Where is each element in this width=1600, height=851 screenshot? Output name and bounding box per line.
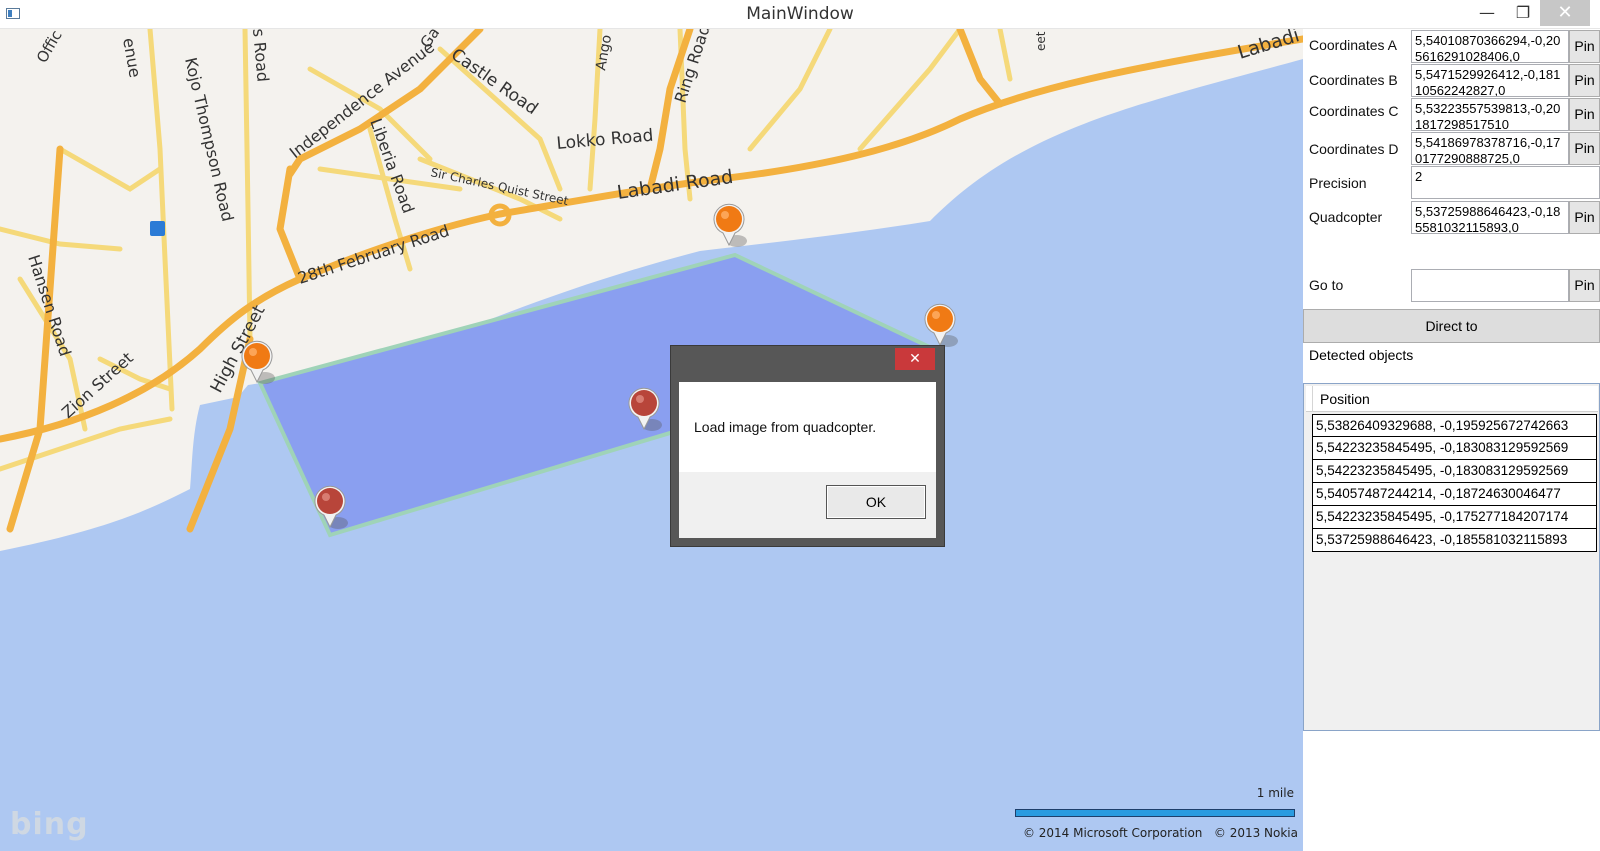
goto-field[interactable] <box>1411 269 1569 302</box>
pin-c-button[interactable]: Pin <box>1569 98 1600 131</box>
coordinates-a-field[interactable]: 5,54010870366294,-0,205616291028406,0 <box>1411 30 1569 63</box>
coordinates-b-field[interactable]: 5,5471529926412,-0,18110562242827,0 <box>1411 64 1569 97</box>
title-bar: MainWindow — ❐ ✕ <box>0 0 1600 29</box>
copyright-nokia: © 2013 Nokia <box>1213 826 1298 840</box>
table-row[interactable]: 5,54223235845495, -0,183083129592569 <box>1312 460 1597 483</box>
quadcopter-label: Quadcopter <box>1309 209 1383 225</box>
table-row[interactable]: 5,53826409329688, -0,195925672742663 <box>1312 414 1597 437</box>
bing-logo: bing <box>10 807 89 842</box>
map-canvas: Labadi Road Labadi Lokko Road Castle Roa… <box>0 29 1303 551</box>
road-label-eet: eet <box>1034 31 1048 51</box>
window-title: MainWindow <box>746 4 854 24</box>
detected-objects-grid[interactable]: Position 5,53826409329688, -0,1959256727… <box>1303 383 1600 731</box>
copyright-microsoft: © 2014 Microsoft Corporation <box>1022 826 1203 840</box>
coordinates-c-label: Coordinates C <box>1309 103 1399 119</box>
control-panel: Coordinates A 5,54010870366294,-0,205616… <box>1303 29 1600 851</box>
quadcopter-pin-button[interactable]: Pin <box>1569 201 1600 234</box>
scale-label: 1 mile <box>1256 786 1294 800</box>
quadcopter-field[interactable]: 5,53725988646423,-0,185581032115893,0 <box>1411 201 1569 234</box>
precision-label: Precision <box>1309 175 1367 191</box>
close-button[interactable]: ✕ <box>1540 0 1590 26</box>
table-row[interactable]: 5,54223235845495, -0,183083129592569 <box>1312 437 1597 460</box>
dialog-footer: OK <box>679 472 936 538</box>
pin-d-marker <box>924 303 958 347</box>
table-row[interactable]: 5,53725988646423, -0,185581032115893 <box>1312 529 1597 552</box>
minimize-button[interactable]: — <box>1470 0 1504 26</box>
grid-rows: 5,53826409329688, -0,195925672742663 5,5… <box>1312 414 1599 552</box>
station-icon <box>150 221 165 236</box>
scale-bar <box>1015 809 1295 817</box>
coordinates-a-label: Coordinates A <box>1309 37 1397 53</box>
dialog-message: Load image from quadcopter. <box>694 419 877 435</box>
precision-field[interactable]: 2 <box>1411 166 1600 199</box>
message-dialog: ✕ Load image from quadcopter. OK <box>670 345 945 547</box>
table-row[interactable]: 5,54057487244214, -0,18724630046477 <box>1312 483 1597 506</box>
coordinates-d-label: Coordinates D <box>1309 141 1399 157</box>
map-copyright: © 2014 Microsoft Corporation © 2013 Noki… <box>1000 826 1298 840</box>
goto-pin-button[interactable]: Pin <box>1569 269 1600 302</box>
pin-d-button[interactable]: Pin <box>1569 132 1600 165</box>
ok-button[interactable]: OK <box>826 485 926 519</box>
direct-to-button[interactable]: Direct to <box>1303 309 1600 343</box>
goto-label: Go to <box>1309 277 1344 293</box>
maximize-button[interactable]: ❐ <box>1506 0 1540 26</box>
coordinates-d-field[interactable]: 5,54186978378716,-0,170177290888725,0 <box>1411 132 1569 165</box>
coordinates-c-field[interactable]: 5,53223557539813,-0,201817298517510 <box>1411 98 1569 131</box>
pin-b-button[interactable]: Pin <box>1569 64 1600 97</box>
detected-objects-label: Detected objects <box>1309 347 1414 363</box>
table-row[interactable]: 5,54223235845495, -0,175277184207174 <box>1312 506 1597 529</box>
pin-a-button[interactable]: Pin <box>1569 30 1600 63</box>
main-window: MainWindow — ❐ ✕ Labadi Road Labadi Lokk… <box>0 0 1600 851</box>
dialog-body: Load image from quadcopter. <box>679 382 936 472</box>
dialog-close-button[interactable]: ✕ <box>895 348 935 370</box>
map-view[interactable]: Labadi Road Labadi Lokko Road Castle Roa… <box>0 29 1303 851</box>
grid-column-header[interactable]: Position <box>1306 386 1598 412</box>
coordinates-b-label: Coordinates B <box>1309 72 1398 88</box>
position-column-header: Position <box>1320 391 1370 407</box>
